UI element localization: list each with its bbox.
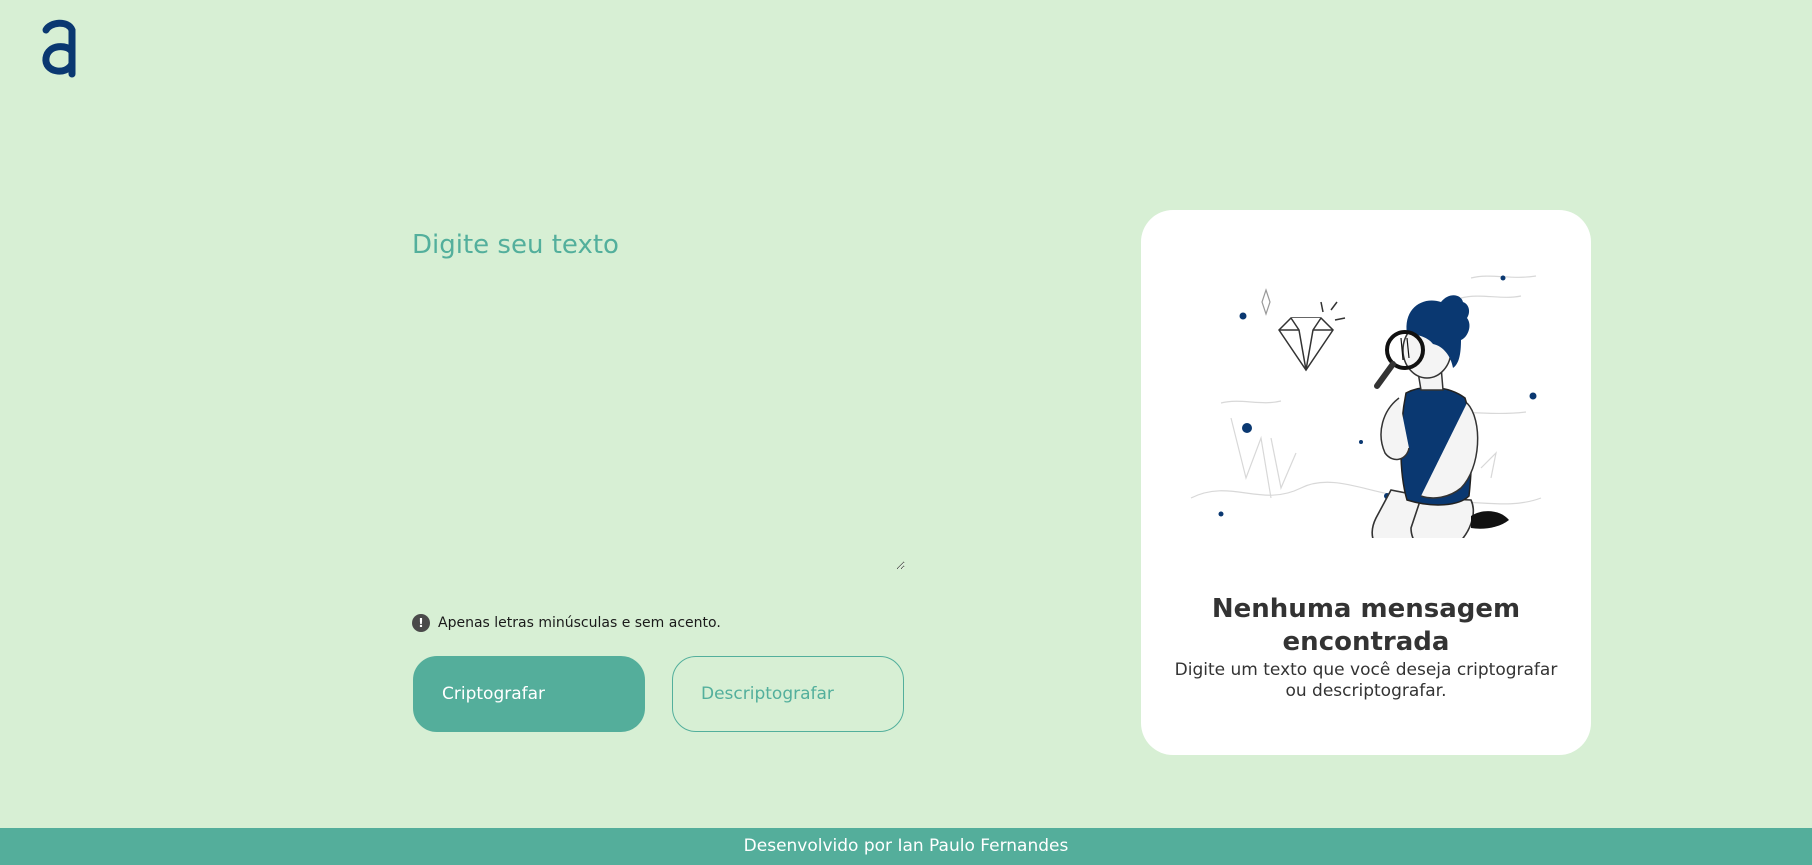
- empty-state-title: Nenhuma mensagem encontrada: [1211, 594, 1521, 657]
- exclamation-circle-icon: !: [412, 614, 430, 632]
- footer: Desenvolvido por Ian Paulo Fernandes: [0, 828, 1812, 865]
- person-with-magnifying-glass-illustration: [1190, 275, 1542, 538]
- output-panel: Nenhuma mensagem encontrada Digite um te…: [1141, 210, 1591, 755]
- hint-text: Apenas letras minúsculas e sem acento.: [438, 615, 721, 631]
- empty-state-description: Digite um texto que você deseja criptogr…: [1174, 660, 1558, 701]
- decrypt-button[interactable]: Descriptografar: [672, 656, 904, 732]
- hint-message: ! Apenas letras minúsculas e sem acento.: [412, 614, 721, 632]
- logo-icon: [42, 19, 76, 78]
- text-input[interactable]: [412, 220, 905, 570]
- encrypt-button[interactable]: Criptografar: [413, 656, 645, 732]
- footer-credit: Desenvolvido por Ian Paulo Fernandes: [743, 836, 1069, 856]
